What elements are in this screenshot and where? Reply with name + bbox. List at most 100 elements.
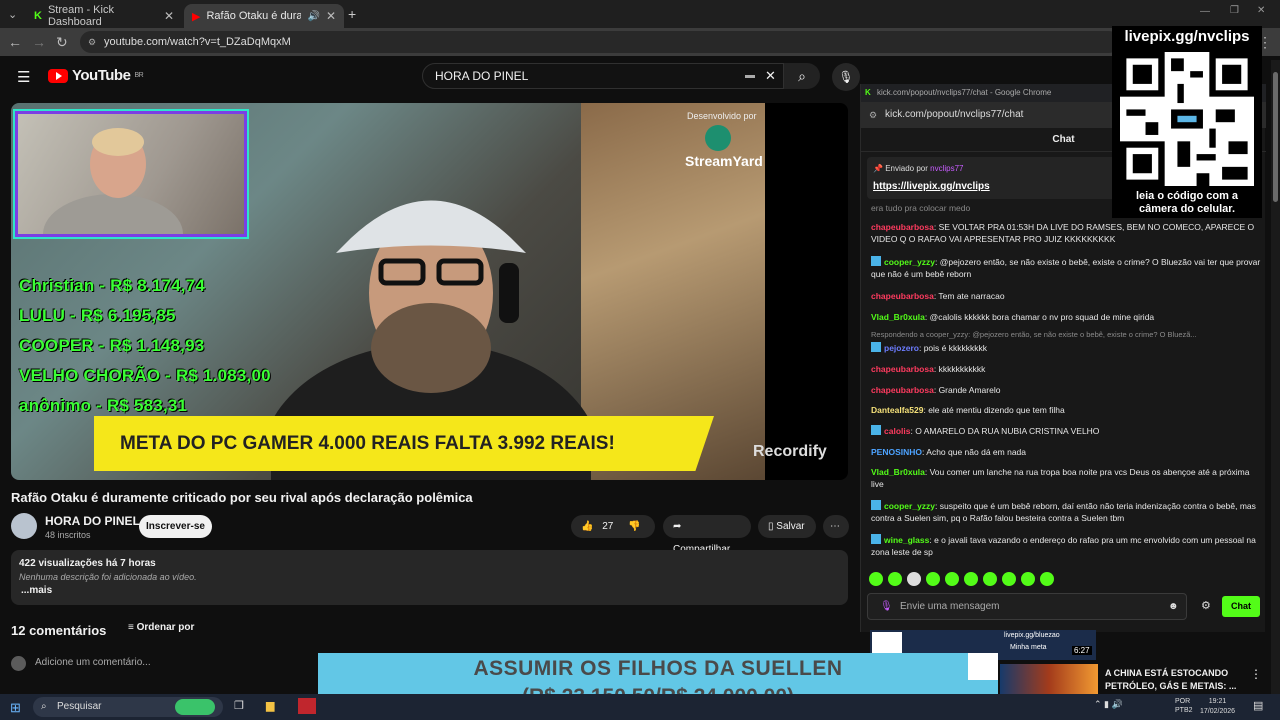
webcam-overlay [15, 111, 247, 274]
notification-icon[interactable]: ▤ [1253, 699, 1263, 712]
page-scrollbar[interactable] [1271, 60, 1280, 694]
chat-username[interactable]: chapeubarbosa [871, 364, 934, 374]
settings-gear-icon[interactable]: ⚙ [1201, 599, 1211, 612]
clock[interactable]: 19:21 17/02/2026 [1200, 697, 1235, 717]
emote-icon[interactable] [1002, 572, 1016, 586]
site-info-icon[interactable]: ⚙ [88, 31, 96, 53]
youtube-logo[interactable]: YouTube BR [48, 67, 144, 84]
emote-icon[interactable] [869, 572, 883, 586]
more-actions-button[interactable]: ⋯ [823, 515, 849, 538]
search-input[interactable]: HORA DO PINEL ▬ ✕ [422, 63, 784, 89]
livepix-qr-overlay: livepix.gg/nvclips leia o código com a c… [1112, 26, 1262, 218]
show-more-link[interactable]: ...mais [21, 585, 52, 596]
close-window-icon[interactable]: ✕ [1257, 5, 1265, 16]
chat-username[interactable]: pejozero [884, 343, 919, 353]
emote-icon[interactable] [1040, 572, 1054, 586]
badge-icon [871, 256, 881, 266]
chat-message: Vlad_Br0xula: @calolis kkkkkk bora chama… [871, 311, 1261, 323]
file-explorer-icon[interactable]: ▆ [266, 699, 274, 712]
app-icon[interactable] [298, 698, 316, 714]
add-comment-input[interactable]: Adicione um comentário... [35, 657, 151, 668]
chat-username[interactable]: cooper_yzzy [884, 257, 935, 267]
description-box[interactable]: 422 visualizações há 7 horas Nenhuma des… [11, 550, 848, 605]
chat-username[interactable]: chapeubarbosa [871, 222, 934, 232]
chat-text: Tem ate narracao [938, 291, 1005, 301]
channel-name[interactable]: HORA DO PINEL [45, 514, 140, 528]
qr-caption: leia o código com a câmera do celular. [1112, 190, 1262, 216]
address-bar: ← → ↻ ⚙ youtube.com/watch?v=t_DZaDqMqxM … [0, 28, 1280, 56]
clear-search-icon[interactable]: ✕ [765, 64, 776, 88]
scroll-thumb[interactable] [1273, 72, 1278, 202]
close-icon[interactable]: ✕ [164, 9, 174, 23]
emote-icon[interactable] [1021, 572, 1035, 586]
taskbar-search[interactable]: ⌕ Pesquisar [33, 697, 223, 717]
emoji-icon[interactable]: ☻ [1168, 594, 1179, 619]
tab-list-icon[interactable]: ⌄ [8, 8, 17, 21]
back-icon[interactable]: ← [8, 34, 22, 50]
search-button[interactable]: ⌕ [784, 63, 820, 89]
emote-icon[interactable] [888, 572, 902, 586]
emote-icon[interactable] [907, 572, 921, 586]
reload-icon[interactable]: ↻ [56, 34, 68, 51]
dislike-icon[interactable]: 👎 [628, 521, 640, 532]
like-dislike-group: 👍 27 👎 [571, 515, 655, 538]
language-indicator[interactable]: POR PTB2 [1175, 697, 1193, 715]
more-icon[interactable]: ⋮ [1250, 667, 1262, 681]
video-player[interactable]: Christian - R$ 8.174,74 LULU - R$ 6.195,… [11, 103, 848, 480]
sort-label: Ordenar por [136, 622, 195, 633]
keyboard-icon[interactable]: ▬ [745, 64, 755, 88]
speaker-icon[interactable]: 🔊 [307, 11, 319, 22]
chat-username[interactable]: Vlad_Br0xula [871, 467, 925, 477]
chat-username[interactable]: chapeubarbosa [871, 291, 934, 301]
tab-kick-dashboard[interactable]: K Stream - Kick Dashboard ✕ [26, 4, 182, 28]
chat-username[interactable]: calolis [884, 426, 910, 436]
voice-search-button[interactable]: 🎙 [832, 63, 860, 91]
sort-comments-button[interactable]: ≡ Ordenar por [128, 622, 194, 633]
related-video-title[interactable]: A CHINA ESTÁ ESTOCANDO PETRÓLEO, GÁS E M… [1105, 667, 1245, 693]
emote-icon[interactable] [926, 572, 940, 586]
tray-icons[interactable]: ⌃ ▮ 🔊 [1094, 699, 1123, 710]
chat-username[interactable]: Dantealfa529 [871, 405, 923, 415]
chat-username[interactable]: chapeubarbosa [871, 385, 934, 395]
microphone-icon[interactable]: 🎙 [880, 594, 893, 619]
like-icon[interactable]: 👍 [581, 521, 593, 532]
lang-variant: PTB2 [1175, 707, 1193, 714]
like-count[interactable]: 27 [602, 521, 613, 532]
pinned-by-user[interactable]: nvclips77 [930, 164, 963, 173]
chat-message-input[interactable]: 🎙 Envie uma mensagem ☻ [867, 593, 1187, 620]
chat-username[interactable]: wine_glass [884, 535, 929, 545]
chat-text: ele até mentiu dizendo que tem filha [928, 405, 1065, 415]
streamyard-credit: Desenvolvido por [687, 111, 757, 121]
restore-icon[interactable]: ❐ [1230, 5, 1239, 16]
window-title: kick.com/popout/nvclips77/chat - Google … [877, 88, 1052, 97]
new-tab-icon[interactable]: + [348, 6, 356, 22]
badge-icon [871, 342, 881, 352]
minimize-icon[interactable]: — [1200, 6, 1210, 17]
site-info-icon[interactable]: ⚙ [869, 102, 877, 128]
subscribe-button[interactable]: Inscrever-se [139, 515, 212, 538]
logo-text: YouTube [72, 67, 131, 84]
chat-username[interactable]: Vlad_Br0xula [871, 312, 925, 322]
save-button[interactable]: ▯ Salvar [758, 515, 816, 538]
emote-icon[interactable] [945, 572, 959, 586]
url-field[interactable]: ⚙ youtube.com/watch?v=t_DZaDqMqxM [80, 31, 1120, 53]
send-chat-button[interactable]: Chat [1222, 596, 1260, 617]
channel-avatar[interactable] [11, 513, 37, 539]
view-count: 422 visualizações há 7 horas [19, 558, 156, 569]
menu-icon[interactable]: ☰ [17, 68, 30, 86]
emote-icon[interactable] [983, 572, 997, 586]
chat-username[interactable]: PENOSINHO [871, 447, 922, 457]
goal-title: ASSUMIR OS FILHOS DA SUELLEN [473, 657, 843, 680]
task-view-icon[interactable]: ❐ [234, 699, 244, 712]
related-video-thumbnail[interactable] [1000, 664, 1098, 696]
windows-start-icon[interactable]: ⊞ [10, 700, 21, 716]
share-button[interactable]: ➦ Compartilhar [663, 515, 751, 555]
taskbar-search-label: Pesquisar [57, 701, 102, 712]
emote-icon[interactable] [964, 572, 978, 586]
chat-message: wine_glass: e o javali tava vazando o en… [871, 534, 1261, 558]
close-icon[interactable]: ✕ [326, 9, 336, 23]
chat-username[interactable]: cooper_yzzy [884, 501, 935, 511]
pinned-link[interactable]: https://livepix.gg/nvclips [873, 181, 990, 192]
forward-icon[interactable]: → [32, 34, 46, 50]
tab-youtube-video[interactable]: ▶ Rafão Otaku é duramente c 🔊 ✕ [184, 4, 344, 28]
